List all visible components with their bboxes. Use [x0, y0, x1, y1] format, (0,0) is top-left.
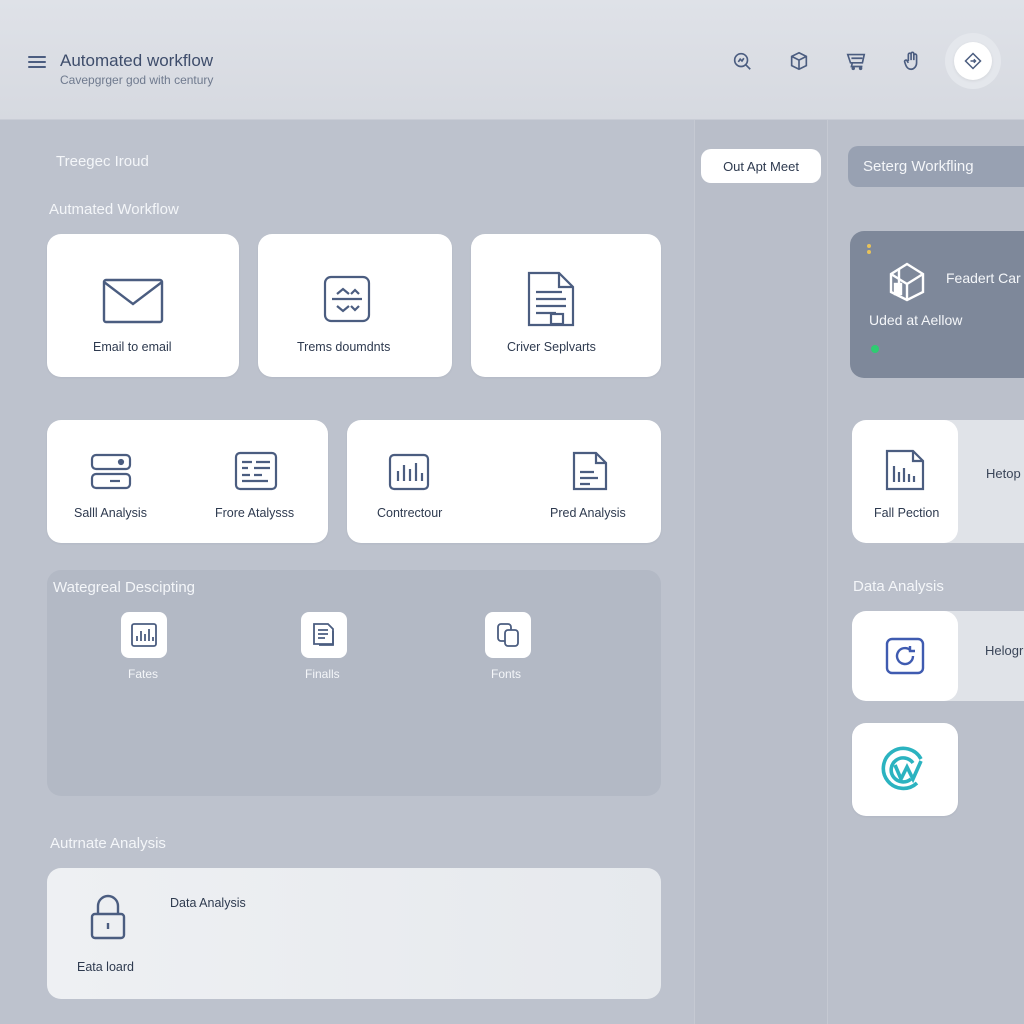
copy-icon[interactable]: [485, 612, 531, 658]
docs-icon[interactable]: [301, 612, 347, 658]
settings-round-button[interactable]: [945, 33, 1001, 89]
status-dot-yellow: [867, 250, 871, 254]
workflow-card-documents[interactable]: Trems doumdnts: [258, 234, 452, 377]
chart-icon[interactable]: [121, 612, 167, 658]
workflow-card-servants[interactable]: Criver Seplvarts: [471, 234, 661, 377]
description-panel: Wategreal Descipting Fates Finalls Fonts: [47, 570, 661, 796]
search-chart-icon[interactable]: [729, 48, 755, 74]
app-header: Automated workflow Cavepgrger god with c…: [0, 0, 1024, 120]
side-text: Helogr: [985, 643, 1024, 658]
workflow-card-email[interactable]: Email to email: [47, 234, 239, 377]
status-dot-yellow: [867, 244, 871, 248]
section-title-data-analysis: Data Analysis: [853, 578, 944, 595]
teal-logo-icon: [881, 745, 929, 793]
card-tile: [852, 611, 958, 701]
helogr-card[interactable]: Helogr: [852, 611, 1024, 701]
app-title: Automated workflow: [60, 51, 214, 70]
setting-workflow-bar[interactable]: Seterg Workfling: [848, 146, 1024, 187]
menu-icon[interactable]: [28, 56, 46, 70]
top-label: Treegec Iroud: [56, 153, 149, 170]
section-title-workflow: Autmated Workflow: [49, 201, 179, 218]
panel-item-label: Fonts: [491, 667, 522, 681]
box-icon: [885, 260, 929, 302]
report-chart-icon: [884, 448, 926, 492]
panel-item-label: Fates: [128, 667, 159, 681]
data-analysis-card[interactable]: Data Analysis Eata loard: [47, 868, 661, 999]
card-tile: Fall Pection: [852, 420, 958, 543]
panel-item-label: Finalls: [305, 667, 340, 681]
card-label: Criver Seplvarts: [507, 340, 596, 354]
file-icon: [571, 450, 609, 492]
hand-icon[interactable]: [899, 48, 925, 74]
file-lines-icon: [525, 270, 577, 328]
out-apt-meet-button[interactable]: Out Apt Meet: [701, 149, 821, 183]
server-icon: [90, 453, 132, 491]
card-title: Feadert Car: [946, 270, 1021, 286]
card-label: Frore Atalysss: [215, 506, 295, 520]
dashboard-icon: [234, 451, 278, 491]
status-dot-green: [871, 345, 879, 353]
card-label: Contrectour: [377, 506, 443, 520]
card-subtitle: Uded at Aellow: [869, 312, 963, 328]
card-title: Data Analysis: [170, 896, 246, 910]
card-label: Trems doumdnts: [297, 340, 391, 354]
analysis-card-b[interactable]: Contrectour Pred Analysis: [347, 420, 661, 543]
side-text: Hetop: [986, 466, 1021, 481]
card-label: Email to email: [93, 340, 172, 354]
analysis-card-a[interactable]: Salll Analysis Frore Atalysss: [47, 420, 328, 543]
card-label: Salll Analysis: [74, 506, 147, 520]
section-title-analysis: Autrnate Analysis: [50, 835, 166, 852]
card-sublabel: Eata loard: [77, 960, 134, 974]
refresh-icon: [885, 637, 925, 675]
envelope-icon: [102, 278, 164, 324]
panel-title: Wategreal Descipting: [53, 579, 196, 596]
diamond-arrow-icon: [954, 42, 992, 80]
featured-card[interactable]: Feadert Car Uded at Aellow: [850, 231, 1024, 378]
cube-icon[interactable]: [786, 48, 812, 74]
cart-icon[interactable]: [843, 48, 869, 74]
app-subtitle: Cavepgrger god with century: [60, 73, 214, 87]
logo-card[interactable]: [852, 723, 958, 816]
document-arrows-icon: [322, 274, 372, 324]
bar-chart-icon: [388, 453, 430, 491]
middle-column: [694, 120, 828, 1024]
card-label: Fall Pection: [874, 506, 940, 520]
fall-portion-card[interactable]: Fall Pection Hetop: [852, 420, 1024, 543]
lock-icon: [90, 894, 126, 940]
card-label: Pred Analysis: [550, 506, 626, 520]
